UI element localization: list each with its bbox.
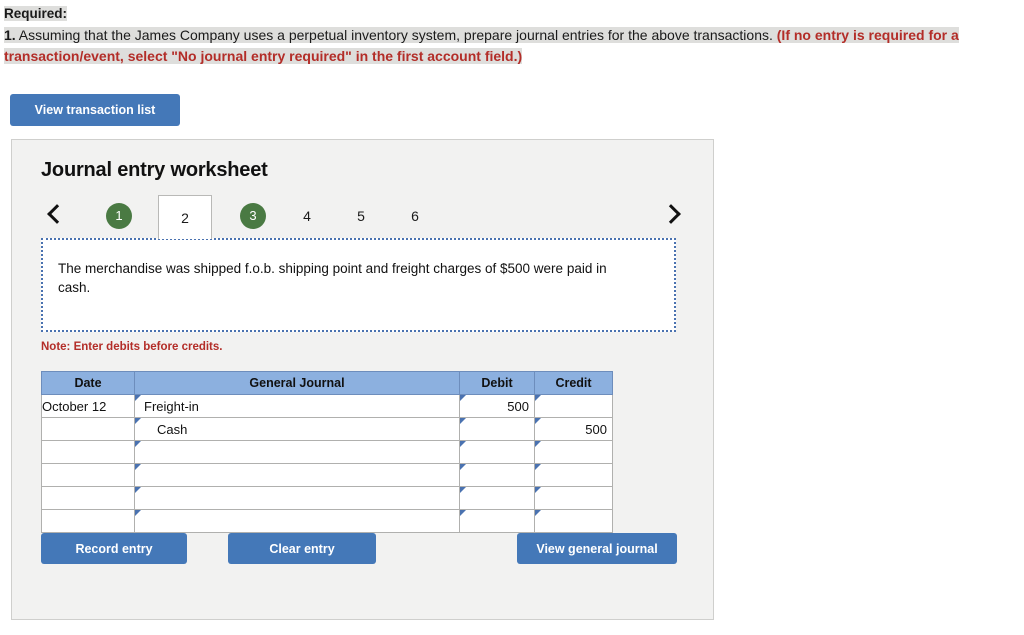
credit-input[interactable]: 500 (534, 417, 613, 441)
dropdown-marker-icon (135, 487, 141, 493)
view-general-journal-button[interactable]: View general journal (517, 533, 677, 564)
credit-input[interactable] (534, 463, 613, 487)
instruction-number: 1. (4, 27, 16, 43)
dropdown-marker-icon (135, 510, 141, 516)
credit-input[interactable] (534, 440, 613, 464)
dropdown-marker-icon (460, 487, 466, 493)
transaction-description-box: The merchandise was shipped f.o.b. shipp… (41, 238, 676, 332)
journal-entry-worksheet-panel: Journal entry worksheet 1 2 3 4 5 6 The … (11, 139, 714, 620)
tab-1-label: 1 (106, 202, 132, 229)
tab-5-label: 5 (357, 207, 365, 224)
dropdown-marker-icon (535, 418, 541, 424)
tab-3-label: 3 (240, 202, 266, 229)
worksheet-tab-strip: 1 2 3 4 5 6 (12, 195, 715, 239)
credit-input[interactable] (534, 509, 613, 533)
tab-4[interactable]: 4 (280, 195, 334, 236)
date-cell (41, 486, 135, 510)
debit-input[interactable] (459, 417, 535, 441)
account-value: Cash (157, 421, 188, 437)
date-cell (41, 417, 135, 441)
debit-input[interactable] (459, 463, 535, 487)
dropdown-marker-icon (460, 464, 466, 470)
chevron-left-icon[interactable] (42, 197, 68, 231)
dropdown-marker-icon (535, 464, 541, 470)
dropdown-marker-icon (535, 510, 541, 516)
debit-input[interactable]: 500 (459, 394, 535, 418)
dropdown-marker-icon (535, 441, 541, 447)
credit-input[interactable] (534, 486, 613, 510)
debit-input[interactable] (459, 509, 535, 533)
view-transaction-list-button[interactable]: View transaction list (10, 94, 180, 126)
tab-2[interactable]: 2 (158, 195, 212, 239)
instructions-block: Required: 1. Assuming that the James Com… (0, 0, 1024, 67)
tab-6[interactable]: 6 (388, 195, 442, 236)
credit-input[interactable] (534, 394, 613, 418)
dropdown-marker-icon (460, 510, 466, 516)
required-label-line: Required: (4, 4, 1016, 24)
instruction-text-line: 1. Assuming that the James Company uses … (4, 25, 1016, 67)
dropdown-marker-icon (460, 418, 466, 424)
clear-entry-button[interactable]: Clear entry (228, 533, 376, 564)
account-input[interactable]: Freight-in (134, 394, 460, 418)
column-header-credit: Credit (534, 371, 613, 395)
worksheet-title: Journal entry worksheet (41, 159, 268, 181)
dropdown-marker-icon (535, 395, 541, 401)
dropdown-marker-icon (135, 441, 141, 447)
table-row (41, 440, 613, 464)
record-entry-button[interactable]: Record entry (41, 533, 187, 564)
date-cell: October 12 (41, 394, 135, 418)
account-input[interactable] (134, 486, 460, 510)
table-row (41, 509, 613, 533)
dropdown-marker-icon (460, 441, 466, 447)
tab-3[interactable]: 3 (226, 195, 280, 236)
account-value: Freight-in (144, 398, 199, 414)
transaction-description-text: The merchandise was shipped f.o.b. shipp… (58, 261, 607, 295)
account-input[interactable] (134, 509, 460, 533)
debit-value: 500 (507, 398, 529, 414)
debits-before-credits-note: Note: Enter debits before credits. (41, 341, 223, 353)
dropdown-marker-icon (135, 464, 141, 470)
column-header-debit: Debit (459, 371, 535, 395)
tab-4-label: 4 (303, 207, 311, 224)
table-header-row: Date General Journal Debit Credit (41, 371, 613, 395)
table-row: Cash 500 (41, 417, 613, 441)
account-input[interactable]: Cash (134, 417, 460, 441)
column-header-general-journal: General Journal (134, 371, 460, 395)
table-row: October 12 Freight-in 500 (41, 394, 613, 418)
dropdown-marker-icon (460, 395, 466, 401)
chevron-right-icon[interactable] (660, 197, 686, 231)
debit-input[interactable] (459, 486, 535, 510)
debit-input[interactable] (459, 440, 535, 464)
date-cell (41, 463, 135, 487)
tab-1[interactable]: 1 (92, 195, 146, 236)
tab-6-label: 6 (411, 207, 419, 224)
account-input[interactable] (134, 463, 460, 487)
date-cell (41, 509, 135, 533)
table-row (41, 463, 613, 487)
tab-2-label: 2 (181, 209, 189, 226)
credit-value: 500 (585, 421, 607, 437)
dropdown-marker-icon (135, 418, 141, 424)
date-cell (41, 440, 135, 464)
account-input[interactable] (134, 440, 460, 464)
tab-5[interactable]: 5 (334, 195, 388, 236)
required-label: Required: (4, 6, 68, 21)
table-row (41, 486, 613, 510)
instruction-body: Assuming that the James Company uses a p… (15, 27, 777, 43)
journal-entry-table: Date General Journal Debit Credit Octobe… (41, 371, 613, 533)
column-header-date: Date (41, 371, 135, 395)
dropdown-marker-icon (135, 395, 141, 401)
dropdown-marker-icon (535, 487, 541, 493)
